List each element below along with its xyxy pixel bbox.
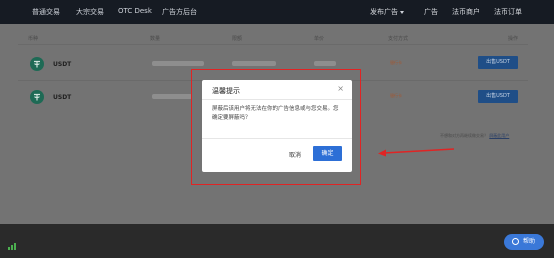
nav-publish-ad[interactable]: 发布广告 [370,7,404,17]
sell-usdt-button[interactable]: 出售USDT [478,56,518,69]
chevron-down-icon [400,10,404,14]
divider [18,44,528,45]
col-header-action: 操作 [508,36,519,42]
divider [202,138,352,139]
col-header-payment: 支付方式 [388,36,409,42]
nav-item-spot[interactable]: 普通交易 [32,7,60,17]
col-header-limit: 限额 [232,36,243,42]
help-button[interactable]: 帮助 [504,234,544,250]
blurred-amount [152,61,204,66]
annotation-arrow [378,148,455,157]
nav-item-otc-desk[interactable]: OTC Desk [118,7,152,15]
block-user-link[interactable]: 屏蔽此用户 [489,133,509,138]
block-user-hint-text: 不想和对方再继续做交易？ [440,133,488,138]
divider [202,99,352,100]
signal-icon [8,242,18,250]
dialog-title: 温馨提示 [212,87,240,95]
nav-merchant[interactable]: 法币商户 [452,7,480,17]
nav-ads[interactable]: 广告 [424,7,438,17]
close-icon[interactable]: × [337,84,344,93]
blurred-price [314,61,336,66]
footer: 帮助 [0,224,554,258]
nav-item-block[interactable]: 大宗交易 [76,7,104,17]
coin-name: USDT [53,61,72,68]
block-user-hint: 不想和对方再继续做交易？ 屏蔽此用户 [440,133,509,139]
tether-icon [30,57,44,71]
nav-publish-ad-label: 发布广告 [370,8,398,16]
blurred-amount [152,94,192,99]
help-button-label: 帮助 [523,238,536,245]
confirm-button[interactable]: 确定 [313,146,342,161]
top-nav: 普通交易 大宗交易 OTC Desk 广告方后台 发布广告 广告 法币商户 法币… [0,0,554,24]
chat-bubble-icon [512,238,519,245]
blurred-limit [232,61,276,66]
payment-method: 银行卡 [390,60,402,65]
payment-method: 银行卡 [390,93,402,98]
sell-usdt-button[interactable]: 出售USDT [478,90,518,103]
cancel-button[interactable]: 取消 [289,150,301,159]
col-header-amount: 数量 [150,36,161,42]
col-header-coin: 币种 [28,36,39,42]
confirm-dialog: 温馨提示 × 屏蔽后该用户将无法在你的广告信息或与您交易。您确定要屏蔽吗？ 取消… [202,80,352,172]
col-header-price: 单价 [314,36,325,42]
tether-icon [30,90,44,104]
nav-orders[interactable]: 法币订单 [494,7,522,17]
dialog-message: 屏蔽后该用户将无法在你的广告信息或与您交易。您确定要屏蔽吗？ [212,106,339,121]
coin-name: USDT [53,94,72,101]
nav-item-ad-backend[interactable]: 广告方后台 [162,7,197,17]
